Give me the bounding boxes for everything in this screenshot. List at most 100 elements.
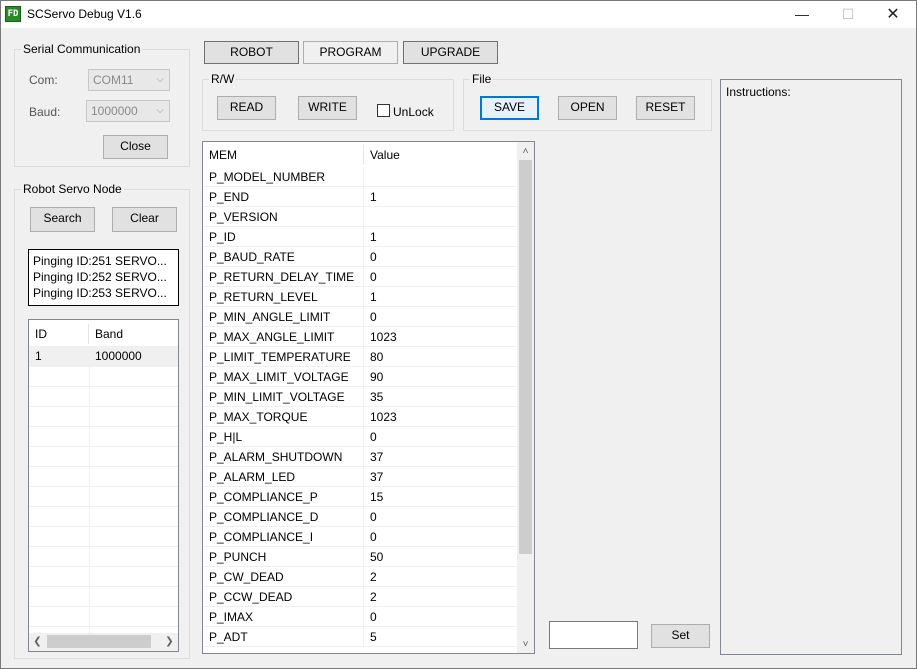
table-row[interactable]: P_RETURN_DELAY_TIME 0 bbox=[203, 267, 517, 287]
mem-value-cell[interactable]: 80 bbox=[364, 347, 517, 367]
clear-button[interactable]: Clear bbox=[112, 207, 177, 232]
mem-value-cell[interactable]: 0 bbox=[364, 607, 517, 627]
tab-upgrade[interactable]: UPGRADE bbox=[403, 41, 498, 64]
search-button[interactable]: Search bbox=[30, 207, 95, 232]
table-row[interactable]: P_IMAX 0 bbox=[203, 607, 517, 627]
mem-value-cell[interactable]: 90 bbox=[364, 367, 517, 387]
com-select[interactable]: COM11 ⌵ bbox=[88, 69, 170, 91]
close-port-button[interactable]: Close bbox=[103, 135, 168, 159]
set-button[interactable]: Set bbox=[651, 624, 710, 648]
mem-value-cell[interactable] bbox=[364, 207, 517, 227]
mem-value-cell[interactable]: 0 bbox=[364, 507, 517, 527]
table-row[interactable]: P_COMPLIANCE_D 0 bbox=[203, 507, 517, 527]
scroll-right-icon[interactable]: ❯ bbox=[161, 633, 178, 650]
column-header-value[interactable]: Value bbox=[364, 145, 517, 165]
unlock-checkbox[interactable] bbox=[377, 104, 390, 117]
mem-value-cell[interactable]: 2 bbox=[364, 567, 517, 587]
row-divider bbox=[29, 406, 178, 407]
mem-value-cell[interactable]: 50 bbox=[364, 547, 517, 567]
mem-value-cell[interactable]: 0 bbox=[364, 247, 517, 267]
mem-value-cell[interactable] bbox=[364, 167, 517, 187]
table-row[interactable]: P_MIN_ANGLE_LIMIT 0 bbox=[203, 307, 517, 327]
table-row[interactable]: P_MAX_LIMIT_VOLTAGE 90 bbox=[203, 367, 517, 387]
column-header-band[interactable]: Band bbox=[89, 324, 178, 344]
node-table-hscroll[interactable]: ❮ ❯ bbox=[29, 633, 178, 651]
table-row[interactable]: P_MODEL_NUMBER bbox=[203, 167, 517, 187]
column-header-id[interactable]: ID bbox=[29, 324, 89, 344]
mem-name-cell: P_H|L bbox=[203, 427, 364, 447]
read-button[interactable]: READ bbox=[217, 96, 276, 120]
node-band-cell: 1000000 bbox=[95, 349, 142, 363]
unlock-label[interactable]: UnLock bbox=[393, 105, 434, 119]
tab-robot[interactable]: ROBOT bbox=[204, 41, 299, 64]
row-divider bbox=[29, 606, 178, 607]
table-row[interactable]: P_CCW_DEAD 2 bbox=[203, 587, 517, 607]
table-row[interactable]: P_LIMIT_TEMPERATURE 80 bbox=[203, 347, 517, 367]
title-bar[interactable]: FD SCServo Debug V1.6 — ☐ ✕ bbox=[1, 1, 916, 28]
mem-value-cell[interactable]: 5 bbox=[364, 627, 517, 647]
mem-value-cell[interactable]: 1023 bbox=[364, 327, 517, 347]
serial-communication-title: Serial Communication bbox=[21, 42, 143, 56]
mem-value-cell[interactable]: 0 bbox=[364, 427, 517, 447]
mem-value-cell[interactable]: 15 bbox=[364, 487, 517, 507]
mem-name-cell: P_ALARM_LED bbox=[203, 467, 364, 487]
reset-button[interactable]: RESET bbox=[636, 96, 695, 120]
rw-title: R/W bbox=[209, 72, 237, 86]
row-divider bbox=[29, 546, 178, 547]
write-button[interactable]: WRITE bbox=[298, 96, 357, 120]
mem-value-cell[interactable]: 1 bbox=[364, 187, 517, 207]
column-header-mem[interactable]: MEM bbox=[203, 145, 364, 165]
table-row[interactable]: P_MIN_LIMIT_VOLTAGE 35 bbox=[203, 387, 517, 407]
save-button[interactable]: SAVE bbox=[480, 96, 539, 120]
set-value-input[interactable] bbox=[549, 621, 638, 649]
mem-name-cell: P_COMPLIANCE_D bbox=[203, 507, 364, 527]
mem-value-cell[interactable]: 2 bbox=[364, 587, 517, 607]
memory-table-vscroll[interactable]: ˄ ˅ bbox=[517, 142, 534, 653]
table-row[interactable]: P_VERSION bbox=[203, 207, 517, 227]
row-divider bbox=[203, 646, 517, 647]
mem-value-cell[interactable]: 0 bbox=[364, 527, 517, 547]
close-window-icon[interactable]: ✕ bbox=[870, 1, 916, 28]
table-row[interactable]: P_MAX_TORQUE 1023 bbox=[203, 407, 517, 427]
mem-value-cell[interactable]: 0 bbox=[364, 267, 517, 287]
mem-value-cell[interactable]: 37 bbox=[364, 467, 517, 487]
list-item: Pinging ID:252 SERVO... bbox=[33, 270, 167, 284]
row-divider bbox=[29, 526, 178, 527]
mem-value-cell[interactable]: 1 bbox=[364, 287, 517, 307]
table-row[interactable]: P_PUNCH 50 bbox=[203, 547, 517, 567]
open-button[interactable]: OPEN bbox=[558, 96, 617, 120]
servo-node-table[interactable]: ID Band 1 1000000 ❮ ❯ bbox=[28, 319, 179, 652]
baud-select[interactable]: 1000000 ⌵ bbox=[86, 100, 170, 122]
mem-value-cell[interactable]: 1 bbox=[364, 227, 517, 247]
mem-value-cell[interactable]: 37 bbox=[364, 447, 517, 467]
table-row[interactable]: P_ID 1 bbox=[203, 227, 517, 247]
table-row[interactable]: P_ALARM_SHUTDOWN 37 bbox=[203, 447, 517, 467]
minimize-icon[interactable]: — bbox=[779, 1, 825, 28]
table-row[interactable]: P_ALARM_LED 37 bbox=[203, 467, 517, 487]
scroll-down-icon[interactable]: ˅ bbox=[517, 636, 534, 653]
table-row[interactable]: P_RETURN_LEVEL 1 bbox=[203, 287, 517, 307]
scroll-left-icon[interactable]: ❮ bbox=[29, 633, 46, 650]
table-row[interactable]: P_END 1 bbox=[203, 187, 517, 207]
maximize-icon[interactable]: ☐ bbox=[825, 1, 871, 28]
memory-table[interactable]: MEM Value P_MODEL_NUMBER P_END 1 P_VERSION P… bbox=[202, 141, 535, 654]
ping-log-list[interactable]: Pinging ID:251 SERVO... Pinging ID:252 S… bbox=[28, 249, 179, 306]
table-row[interactable]: P_COMPLIANCE_I 0 bbox=[203, 527, 517, 547]
mem-value-cell[interactable]: 1023 bbox=[364, 407, 517, 427]
mem-name-cell: P_MIN_ANGLE_LIMIT bbox=[203, 307, 364, 327]
table-row[interactable]: P_CW_DEAD 2 bbox=[203, 567, 517, 587]
table-row[interactable]: P_ADT 5 bbox=[203, 627, 517, 647]
table-row[interactable]: 1 1000000 bbox=[29, 346, 178, 366]
scroll-thumb[interactable] bbox=[47, 635, 151, 648]
table-row[interactable]: P_H|L 0 bbox=[203, 427, 517, 447]
scroll-up-icon[interactable]: ˄ bbox=[517, 143, 534, 160]
table-row[interactable]: P_COMPLIANCE_P 15 bbox=[203, 487, 517, 507]
mem-name-cell: P_END bbox=[203, 187, 364, 207]
table-row[interactable]: P_MAX_ANGLE_LIMIT 1023 bbox=[203, 327, 517, 347]
mem-value-cell[interactable]: 35 bbox=[364, 387, 517, 407]
table-row[interactable]: P_BAUD_RATE 0 bbox=[203, 247, 517, 267]
mem-value-cell[interactable]: 0 bbox=[364, 307, 517, 327]
tab-program[interactable]: PROGRAM bbox=[303, 41, 398, 64]
row-divider bbox=[29, 586, 178, 587]
scroll-thumb[interactable] bbox=[519, 160, 532, 554]
